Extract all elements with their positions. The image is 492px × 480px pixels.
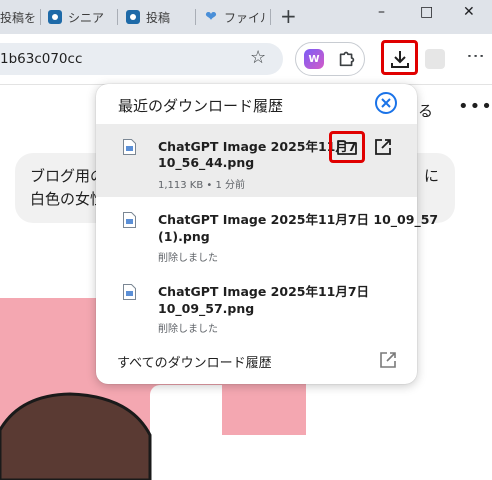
new-tab-button[interactable]: + — [280, 4, 297, 28]
extension-w-icon[interactable]: W — [304, 49, 324, 69]
tab-3[interactable]: 投稿 — [126, 5, 186, 29]
tab-separator — [117, 9, 118, 25]
download-filename[interactable]: 10_09_57.png — [158, 301, 254, 316]
profile-avatar[interactable] — [425, 49, 445, 69]
download-filename: ChatGPT Image 2025年11月7 — [158, 139, 357, 154]
maximize-button[interactable]: □ — [420, 4, 433, 20]
page-button-text[interactable]: る — [418, 100, 433, 121]
more-menu-icon[interactable]: ⋮ — [465, 47, 486, 65]
download-filename[interactable]: ChatGPT Image 2025年11月7日 10_09_57 — [158, 209, 438, 228]
download-filename[interactable]: ChatGPT Image 2025年11月7日 — [158, 281, 369, 300]
image-file-icon — [123, 284, 136, 300]
image-file-icon — [123, 212, 136, 228]
open-external-icon[interactable] — [373, 137, 393, 157]
heart-favicon-icon: ❤ — [205, 9, 217, 25]
message-text: ブログ用の — [30, 167, 106, 185]
bookmark-star-icon[interactable]: ☆ — [250, 47, 266, 68]
image-file-icon — [123, 139, 136, 155]
download-status: 1,113 KB • 1 分前 — [158, 180, 246, 191]
image-card-corner — [150, 385, 222, 435]
close-circle-icon[interactable] — [374, 91, 398, 115]
address-url[interactable]: 1b63c070cc — [0, 51, 82, 67]
puzzle-icon[interactable] — [336, 47, 358, 69]
downloads-panel-title: 最近のダウンロード履歴 — [118, 97, 284, 115]
open-external-icon[interactable] — [378, 350, 398, 370]
download-filename: 10_56_44.png — [158, 155, 255, 170]
folder-highlight-box — [329, 131, 365, 163]
close-window-button[interactable]: ✕ — [463, 4, 475, 20]
page-more-icon[interactable]: ••• — [458, 96, 492, 117]
tab-4[interactable]: ❤ ファイル — [204, 5, 266, 29]
download-status: 削除しました — [158, 324, 218, 335]
downloads-highlight-box — [381, 40, 418, 75]
tab-title: 投稿 — [146, 10, 171, 25]
download-status: 削除しました — [158, 253, 218, 264]
message-text: に — [424, 167, 440, 185]
all-downloads-link[interactable]: すべてのダウンロード履歴 — [117, 352, 272, 371]
message-text: 白色の女性 — [30, 190, 106, 208]
tab-title: 投稿を — [0, 10, 37, 25]
tab-title: ファイル — [224, 10, 266, 25]
download-item[interactable] — [96, 124, 417, 197]
tab-separator — [40, 9, 41, 25]
site-favicon-icon — [126, 10, 140, 24]
site-favicon-icon — [48, 10, 62, 24]
illustration-character — [0, 392, 152, 480]
tab-2[interactable]: シニア — [48, 5, 110, 29]
tab-separator — [270, 9, 271, 25]
tab-separator — [195, 9, 196, 25]
tab-title: シニア — [68, 10, 105, 25]
download-filename[interactable]: (1).png — [158, 229, 210, 244]
minimize-button[interactable]: – — [378, 4, 385, 20]
